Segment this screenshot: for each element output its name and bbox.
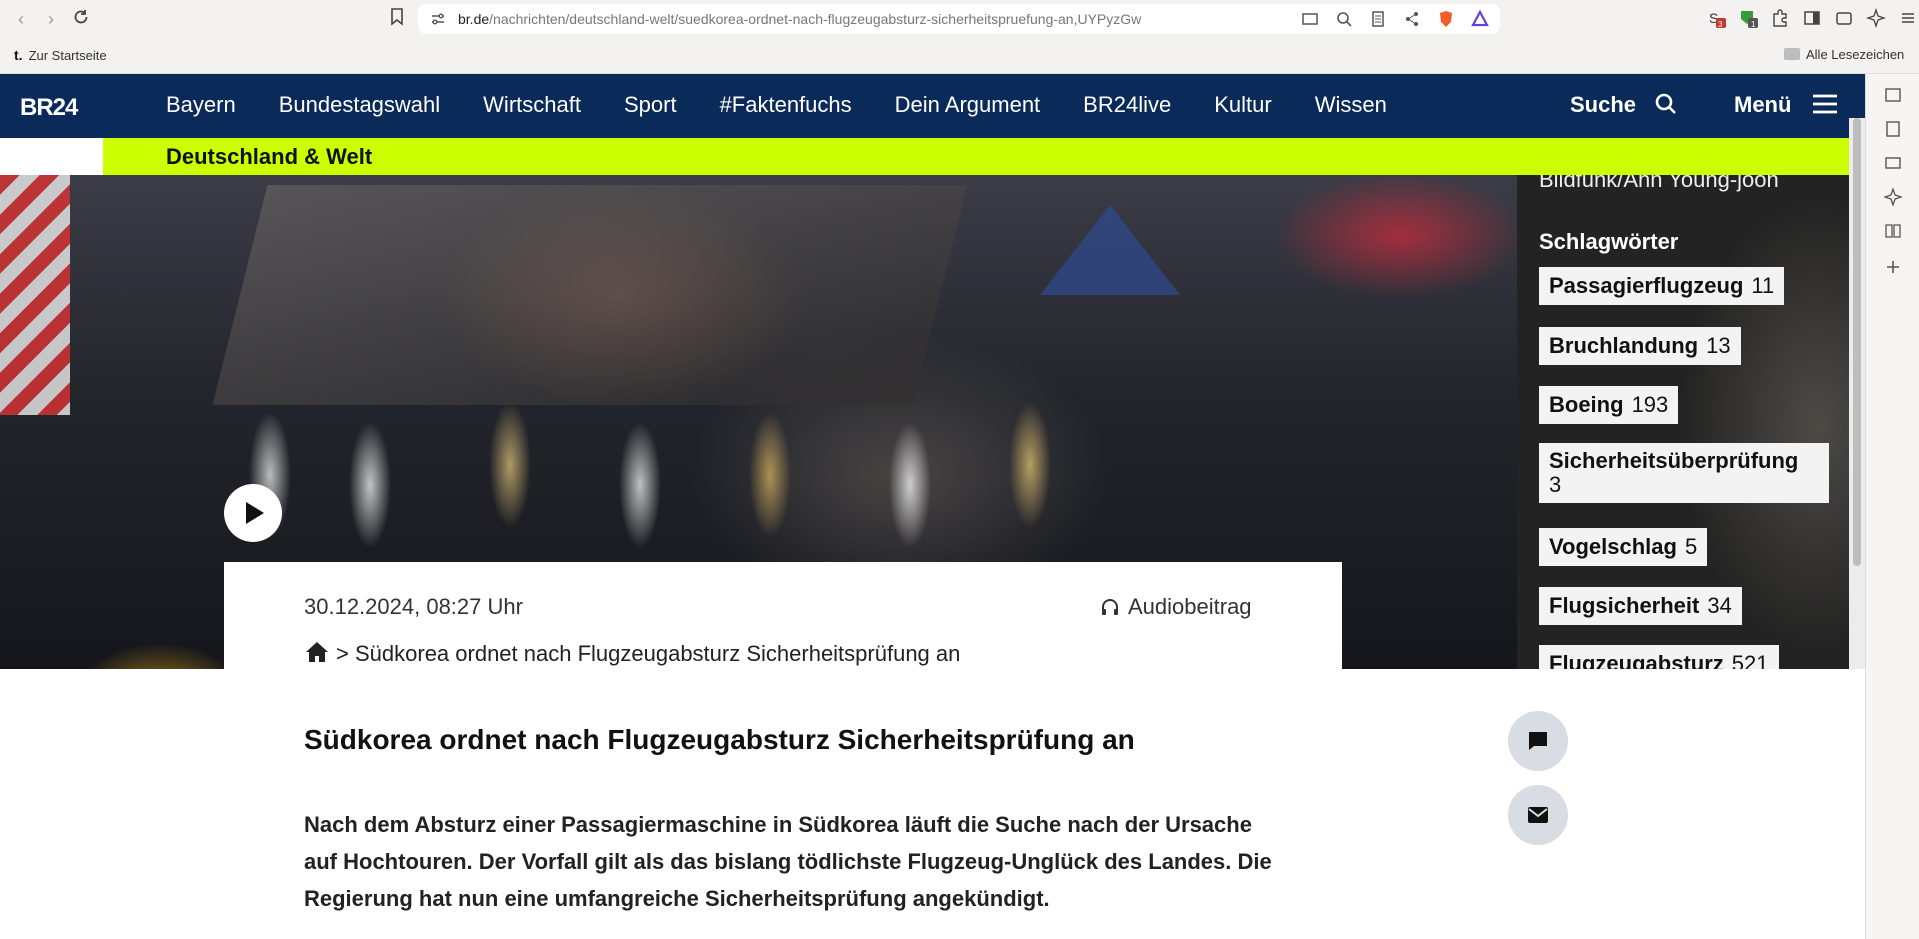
sidebar-toggle-icon[interactable] <box>1802 8 1822 28</box>
zoom-icon[interactable] <box>1334 9 1354 29</box>
bookmarks-icon[interactable] <box>1884 120 1902 138</box>
breadcrumb-current: Südkorea ordnet nach Flugzeugabsturz Sic… <box>354 641 961 666</box>
forward-icon[interactable]: › <box>40 8 62 30</box>
article-lead: Nach dem Absturz einer Passagiermaschine… <box>304 812 1272 911</box>
t-online-icon: t. <box>14 47 23 63</box>
nav-bayern[interactable]: Bayern <box>166 92 236 118</box>
scrollbar-thumb[interactable] <box>1853 118 1861 566</box>
share-icon[interactable] <box>1402 9 1422 29</box>
book-icon[interactable] <box>1884 222 1902 240</box>
breadcrumb: > Südkorea ordnet nach Flugzeugabsturz S… <box>304 640 960 667</box>
bookmark-page-icon[interactable] <box>386 8 408 30</box>
tag-vogelschlag[interactable]: Vogelschlag 5 <box>1539 528 1708 566</box>
browser-sidebar <box>1865 74 1919 939</box>
nav-bundestagswahl[interactable]: Bundestagswahl <box>279 92 440 118</box>
nav-kultur[interactable]: Kultur <box>1214 92 1271 118</box>
back-icon[interactable]: ‹ <box>10 8 32 30</box>
reader-mode-icon[interactable] <box>1368 9 1388 29</box>
section-bar: Deutschland & Welt <box>103 138 1865 175</box>
comment-icon <box>1529 732 1547 750</box>
address-bar[interactable]: br.de/nachrichten/deutschland-welt/suedk… <box>418 4 1500 34</box>
play-button[interactable] <box>224 484 282 542</box>
image-credit: Bildfunk/Ahn Young-joon <box>1539 175 1779 192</box>
leo-ai-icon[interactable] <box>1866 8 1886 28</box>
svg-text:1: 1 <box>1751 20 1756 28</box>
article-meta-card: 30.12.2024, 08:27 Uhr Audiobeitrag > Süd… <box>224 562 1342 669</box>
comments-button[interactable] <box>1508 711 1568 771</box>
url-text: br.de/nachrichten/deutschland-welt/suedk… <box>458 11 1142 27</box>
reload-icon[interactable] <box>70 8 92 30</box>
svg-text:3: 3 <box>1718 20 1723 28</box>
article-headline: Südkorea ordnet nach Flugzeugabsturz Sic… <box>304 724 1135 755</box>
browser-toolbar: ‹ › br.de/nachrichten/deutschland-welt/s… <box>0 0 1919 38</box>
add-icon[interactable] <box>1884 258 1902 276</box>
section-label[interactable]: Deutschland & Welt <box>166 144 372 170</box>
nav-dein-argument[interactable]: Dein Argument <box>895 92 1041 118</box>
site-header: BR24 Bayern Bundestagswahl Wirtschaft Sp… <box>0 74 1865 138</box>
search-icon <box>1655 93 1677 114</box>
brave-rewards-icon[interactable] <box>1470 9 1490 29</box>
hero-image-tent <box>1040 205 1180 295</box>
email-button[interactable] <box>1508 785 1568 845</box>
wallet-icon[interactable] <box>1834 8 1854 28</box>
tag-flugsicherheit[interactable]: Flugsicherheit 34 <box>1539 587 1742 625</box>
tag-flugzeugabsturz[interactable]: Flugzeugabsturz 521 <box>1539 645 1779 669</box>
hero-image-barrier <box>0 175 70 415</box>
nav-sport[interactable]: Sport <box>624 92 677 118</box>
tag-sicherheitsueberpruefung[interactable]: Sicherheitsüberprüfung 3 <box>1539 443 1829 503</box>
image-info-panel: Bildfunk/Ahn Young-joon Schlagwörter Pas… <box>1517 175 1849 669</box>
main-navigation: Bayern Bundestagswahl Wirtschaft Sport #… <box>166 92 1430 118</box>
cast-icon[interactable] <box>1300 9 1320 29</box>
hamburger-icon <box>1812 94 1837 114</box>
keywords-title: Schlagwörter <box>1539 229 1679 254</box>
tag-passagierflugzeug[interactable]: Passagierflugzeug 11 <box>1539 267 1785 305</box>
playlist-icon[interactable] <box>1884 154 1902 172</box>
publish-date: 30.12.2024, 08:27 Uhr <box>304 594 523 619</box>
brave-shield-icon[interactable] <box>1436 9 1456 29</box>
menu-button[interactable]: Menü <box>1734 92 1838 118</box>
extension-s-icon[interactable]: S3 <box>1706 8 1726 28</box>
folder-icon <box>1784 48 1800 60</box>
bookmark-all[interactable]: Alle Lesezeichen <box>1784 47 1904 62</box>
tag-bruchlandung[interactable]: Bruchlandung 13 <box>1539 327 1741 365</box>
leo-icon[interactable] <box>1884 188 1902 206</box>
panel-scrollbar[interactable] <box>1849 118 1865 669</box>
search-button[interactable]: Suche <box>1570 92 1678 118</box>
mail-icon <box>1528 807 1548 823</box>
extension-shield-icon[interactable]: 1 <box>1738 8 1758 28</box>
tag-boeing[interactable]: Boeing 193 <box>1539 386 1679 424</box>
home-icon[interactable] <box>304 640 330 664</box>
audio-link[interactable]: Audiobeitrag <box>1100 594 1252 620</box>
nav-wirtschaft[interactable]: Wirtschaft <box>483 92 581 118</box>
site-settings-icon[interactable] <box>430 11 446 27</box>
nav-wissen[interactable]: Wissen <box>1315 92 1387 118</box>
browser-menu-icon[interactable] <box>1898 8 1918 28</box>
headphones-icon <box>1102 599 1118 615</box>
nav-faktenfuchs[interactable]: #Faktenfuchs <box>720 92 852 118</box>
nav-br24live[interactable]: BR24live <box>1083 92 1171 118</box>
br24-logo[interactable]: BR24 <box>20 94 78 122</box>
extensions-puzzle-icon[interactable] <box>1770 8 1790 28</box>
reading-list-icon[interactable] <box>1884 86 1902 104</box>
bookmark-startseite[interactable]: t. Zur Startseite <box>14 47 107 63</box>
bookmarks-bar: t. Zur Startseite Alle Lesezeichen <box>0 38 1919 74</box>
